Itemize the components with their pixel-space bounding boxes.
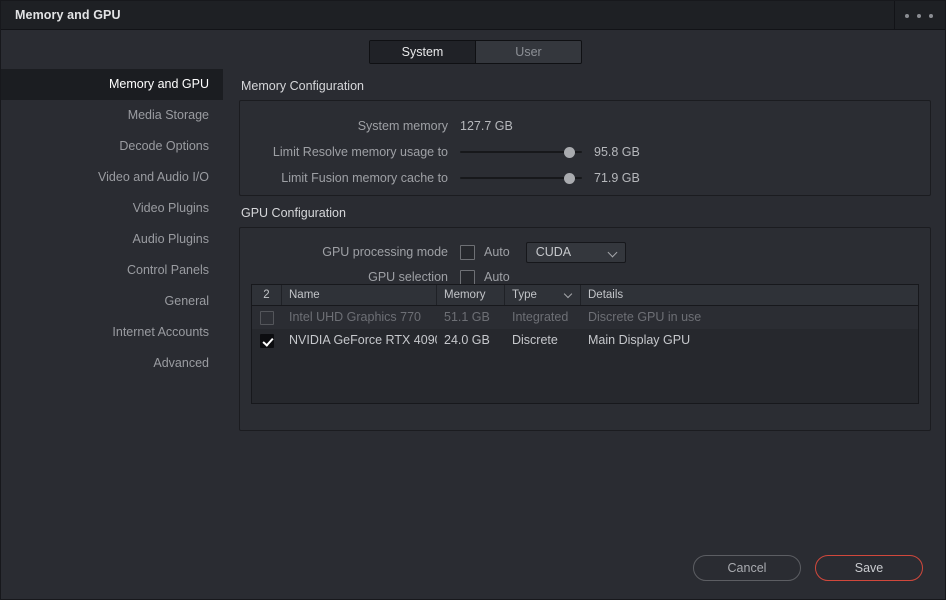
gpu-processing-mode-value: CUDA (535, 245, 572, 259)
fusion-memory-slider[interactable] (460, 171, 582, 185)
sidebar-item-memory-and-gpu[interactable]: Memory and GPU (1, 69, 223, 100)
resolve-memory-row: Limit Resolve memory usage to 95.8 GB (240, 141, 932, 163)
tab-user[interactable]: User (475, 41, 581, 63)
system-memory-row: System memory 127.7 GB (240, 115, 932, 137)
scope-tab-group: System User (369, 40, 582, 64)
sidebar-item-video-plugins[interactable]: Video Plugins (1, 193, 223, 224)
system-memory-label: System memory (357, 119, 448, 133)
table-row[interactable]: NVIDIA GeForce RTX 4090 24.0 GB Discrete… (252, 329, 918, 352)
tab-system[interactable]: System (370, 41, 475, 63)
gpu-table-header: 2 Name Memory Type Details (252, 285, 918, 306)
sidebar-item-internet-accounts[interactable]: Internet Accounts (1, 317, 223, 348)
sort-descending-icon (565, 291, 573, 299)
sidebar-item-control-panels[interactable]: Control Panels (1, 255, 223, 286)
gpu-row-name: NVIDIA GeForce RTX 4090 (289, 333, 437, 347)
gpu-processing-mode-auto-checkbox[interactable] (460, 244, 475, 260)
gpu-processing-mode-row: GPU processing mode Auto CUDA (240, 241, 932, 263)
gpu-table-empty-area (252, 352, 918, 403)
resolve-memory-slider[interactable] (460, 145, 582, 159)
gpu-row-details: Main Display GPU (588, 333, 691, 347)
fusion-memory-value: 71.9 GB (594, 171, 640, 185)
gpu-configuration-panel: GPU processing mode Auto CUDA GPU select… (239, 227, 931, 431)
sidebar-item-advanced[interactable]: Advanced (1, 348, 223, 379)
gpu-selection-auto-checkbox[interactable] (460, 269, 475, 285)
settings-sidebar: Memory and GPU Media Storage Decode Opti… (1, 69, 223, 539)
cancel-button[interactable]: Cancel (693, 555, 801, 581)
sidebar-item-decode-options[interactable]: Decode Options (1, 131, 223, 162)
fusion-memory-row: Limit Fusion memory cache to 71.9 GB (240, 167, 932, 189)
gpu-processing-mode-label: GPU processing mode (322, 245, 448, 259)
sidebar-item-general[interactable]: General (1, 286, 223, 317)
sidebar-item-media-storage[interactable]: Media Storage (1, 100, 223, 131)
overflow-dots-icon[interactable] (905, 13, 933, 19)
gpu-row-checkbox[interactable] (260, 310, 274, 325)
resolve-memory-value: 95.8 GB (594, 145, 640, 159)
title-bar: Memory and GPU (1, 1, 945, 30)
gpu-table-header-name[interactable]: Name (282, 285, 437, 305)
titlebar-separator (894, 1, 895, 30)
gpu-table-header-type-label: Type (512, 289, 537, 301)
gpu-table-header-details[interactable]: Details (581, 285, 918, 305)
gpu-row-type: Discrete (512, 333, 558, 347)
gpu-processing-mode-select[interactable]: CUDA (525, 241, 626, 263)
sidebar-item-video-and-audio-io[interactable]: Video and Audio I/O (1, 162, 223, 193)
gpu-selection-auto-label: Auto (484, 270, 510, 284)
window-title: Memory and GPU (15, 8, 121, 22)
gpu-row-checkbox-cell[interactable] (252, 329, 282, 352)
gpu-table: 2 Name Memory Type Details Intel UHD Gra… (251, 284, 919, 404)
gpu-row-checkbox-cell[interactable] (252, 306, 282, 329)
dialog-footer: Cancel Save (693, 555, 923, 581)
memory-configuration-panel: System memory 127.7 GB Limit Resolve mem… (239, 100, 931, 196)
gpu-table-header-memory[interactable]: Memory (437, 285, 505, 305)
gpu-row-name: Intel UHD Graphics 770 (289, 310, 422, 324)
memory-and-gpu-window: Memory and GPU System User Memory and GP… (0, 0, 946, 600)
gpu-table-header-count[interactable]: 2 (252, 285, 282, 305)
gpu-row-type: Integrated (512, 310, 569, 324)
gpu-row-memory: 24.0 GB (444, 333, 490, 347)
settings-content: Memory Configuration System memory 127.7… (239, 69, 931, 431)
gpu-table-header-type[interactable]: Type (505, 285, 581, 305)
resolve-slider-handle[interactable] (564, 147, 576, 158)
gpu-processing-mode-auto-label: Auto (484, 245, 510, 259)
gpu-row-details: Discrete GPU in use (588, 310, 702, 324)
sidebar-item-audio-plugins[interactable]: Audio Plugins (1, 224, 223, 255)
gpu-row-memory: 51.1 GB (444, 310, 490, 324)
table-row[interactable]: Intel UHD Graphics 770 51.1 GB Integrate… (252, 306, 918, 329)
fusion-memory-label: Limit Fusion memory cache to (281, 171, 448, 185)
system-memory-value: 127.7 GB (460, 119, 513, 133)
memory-configuration-title: Memory Configuration (241, 79, 364, 93)
gpu-row-checkbox[interactable] (260, 333, 274, 348)
gpu-selection-label: GPU selection (368, 270, 448, 284)
fusion-slider-handle[interactable] (564, 173, 576, 184)
resolve-memory-label: Limit Resolve memory usage to (272, 145, 448, 159)
save-button[interactable]: Save (815, 555, 923, 581)
gpu-configuration-title: GPU Configuration (241, 206, 346, 220)
chevron-down-icon (609, 248, 618, 257)
